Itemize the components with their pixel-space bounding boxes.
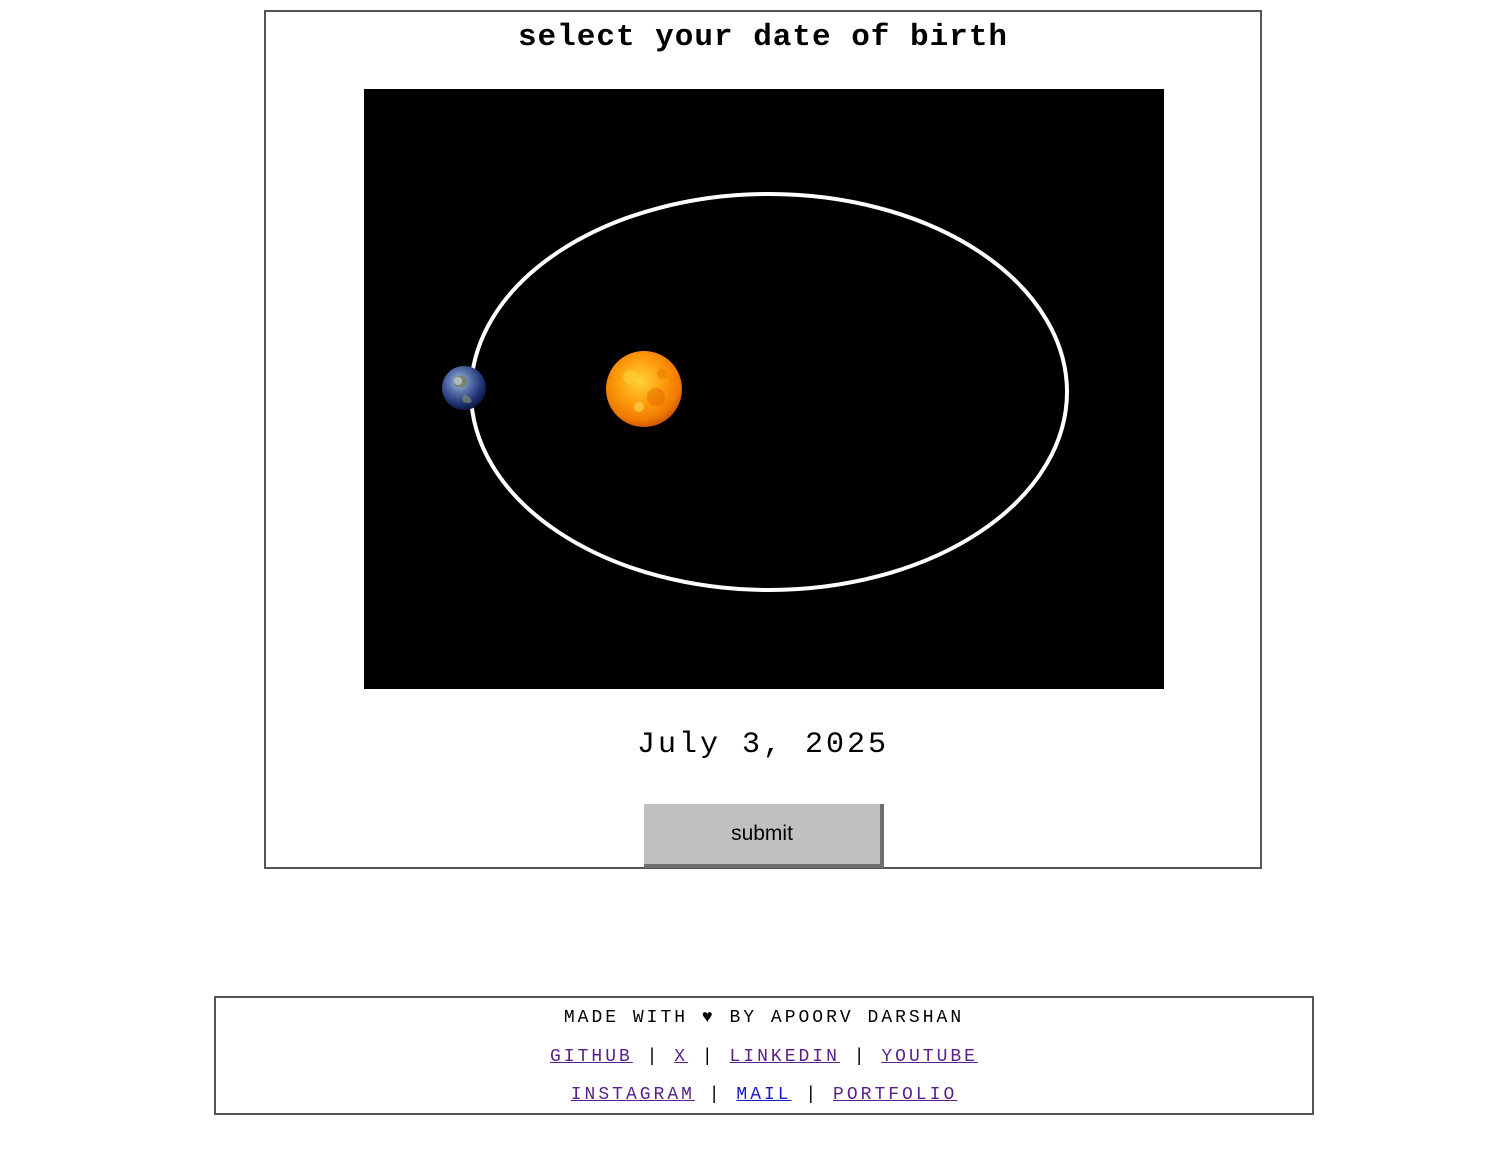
- x-link[interactable]: X: [674, 1047, 688, 1067]
- orbit-path[interactable]: [469, 192, 1069, 592]
- separator: |: [701, 1047, 716, 1067]
- heart-icon: ♥: [701, 1008, 716, 1028]
- footer-links-row-1: GITHUB | X | LINKEDIN | YOUTUBE: [216, 1047, 1312, 1067]
- mail-link[interactable]: MAIL: [736, 1085, 791, 1105]
- credit-author: BY APOORV DARSHAN: [729, 1008, 965, 1028]
- orbit-canvas[interactable]: [364, 89, 1164, 689]
- sun-icon: [606, 351, 682, 427]
- earth-icon[interactable]: [442, 366, 486, 410]
- separator: |: [646, 1047, 661, 1067]
- page: select your date of birth July 3, 2025 s…: [0, 0, 1512, 1174]
- submit-button[interactable]: submit: [644, 804, 884, 868]
- orbit-svg[interactable]: [364, 89, 1164, 689]
- footer-credit: MADE WITH ♥ BY APOORV DARSHAN: [216, 1008, 1312, 1028]
- portfolio-link[interactable]: PORTFOLIO: [833, 1085, 957, 1105]
- separator: |: [708, 1085, 723, 1105]
- footer-links-row-2: INSTAGRAM | MAIL | PORTFOLIO: [216, 1085, 1312, 1105]
- youtube-link[interactable]: YOUTUBE: [881, 1047, 978, 1067]
- linkedin-link[interactable]: LINKEDIN: [730, 1047, 840, 1067]
- selected-date: July 3, 2025: [636, 728, 890, 762]
- date-picker-card: select your date of birth July 3, 2025 s…: [264, 10, 1262, 869]
- credit-prefix: MADE WITH: [563, 1008, 689, 1028]
- page-title: select your date of birth: [517, 20, 1009, 55]
- github-link[interactable]: GITHUB: [550, 1047, 633, 1067]
- separator: |: [805, 1085, 820, 1105]
- separator: |: [853, 1047, 868, 1067]
- instagram-link[interactable]: INSTAGRAM: [571, 1085, 695, 1105]
- footer: MADE WITH ♥ BY APOORV DARSHAN GITHUB | X…: [214, 996, 1314, 1115]
